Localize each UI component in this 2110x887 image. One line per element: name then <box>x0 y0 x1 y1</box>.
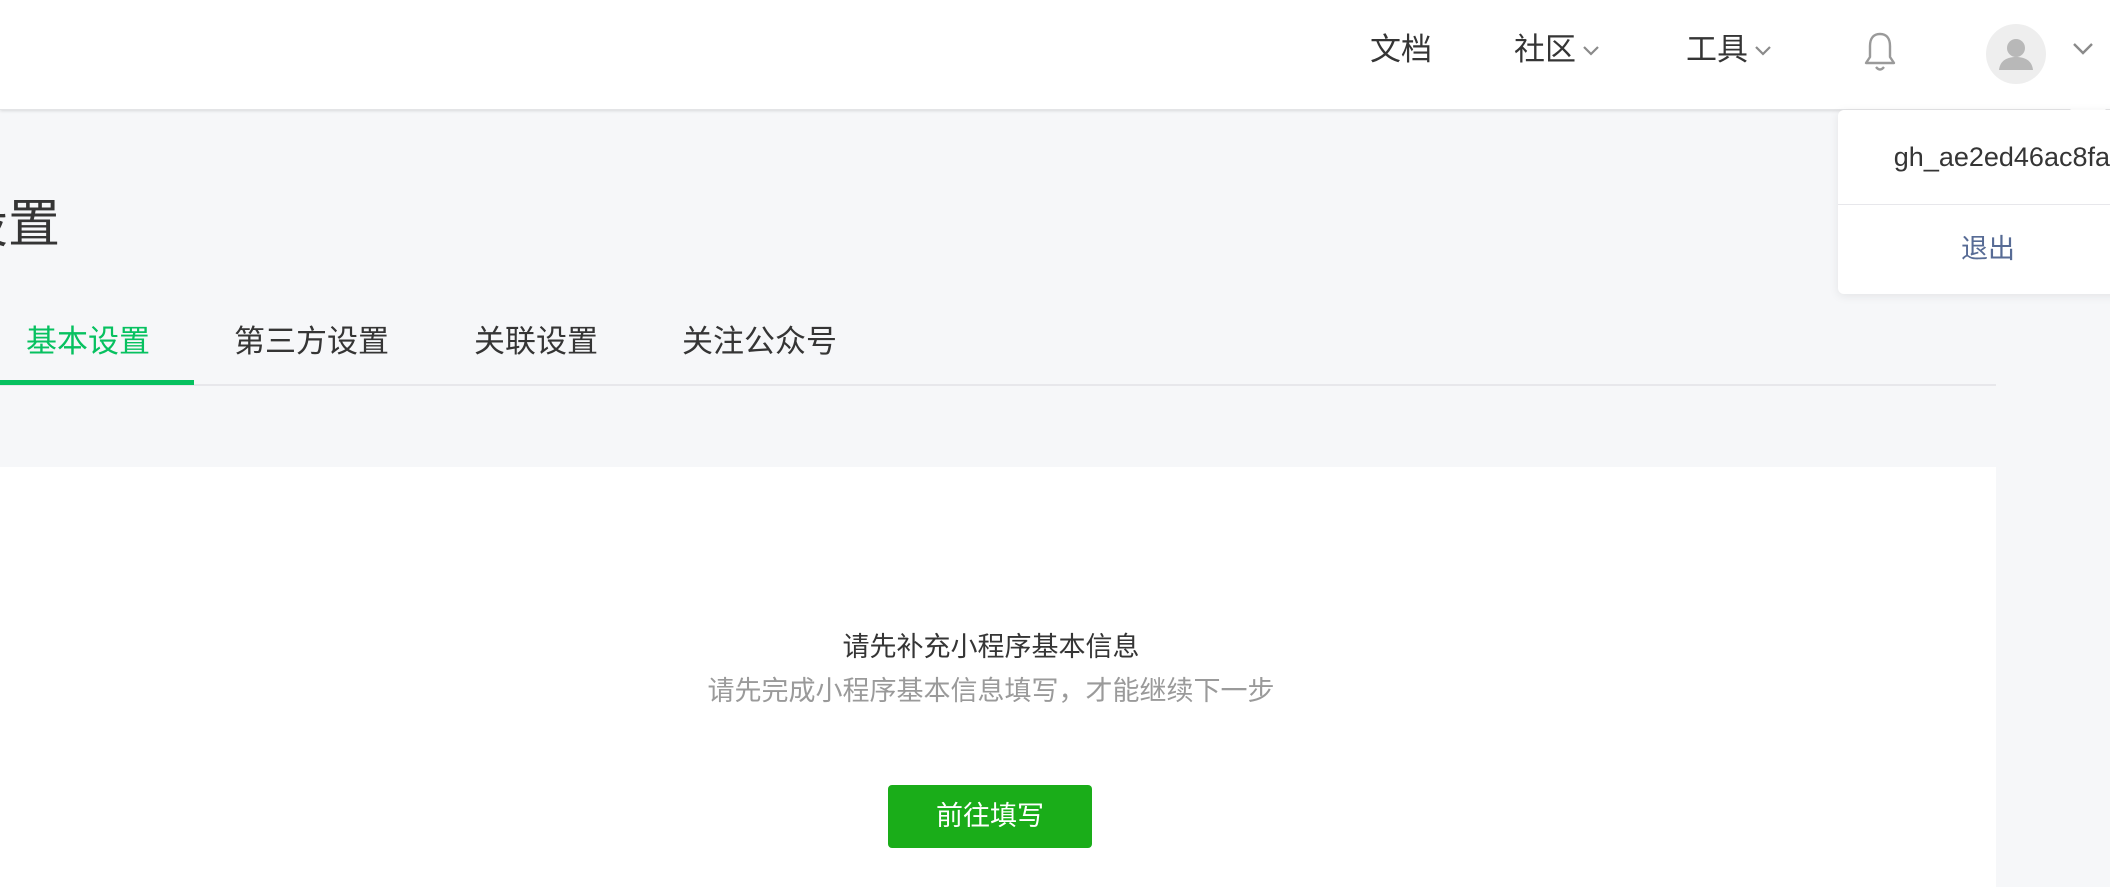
tab-follow-official-account[interactable]: 关注公众号 <box>682 310 837 384</box>
tab-linked-settings[interactable]: 关联设置 <box>474 310 598 384</box>
chevron-down-icon <box>1755 46 1771 56</box>
settings-tabs: 基本设置 第三方设置 关联设置 关注公众号 <box>0 310 1996 386</box>
nav-tools-label: 工具 <box>1686 32 1748 68</box>
empty-state-title: 请先补充小程序基本信息 <box>842 632 1140 663</box>
bell-icon[interactable] <box>1862 30 1898 74</box>
page-title: 设置 <box>0 195 61 255</box>
nav-docs-link[interactable]: 文档 <box>1370 30 1432 70</box>
nav-tools-menu[interactable]: 工具 <box>1686 30 1774 70</box>
nav-community-menu[interactable]: 社区 <box>1514 30 1602 70</box>
tab-third-party-settings[interactable]: 第三方设置 <box>234 310 389 384</box>
top-nav-bar: 文档 社区 工具 <box>0 0 2110 110</box>
account-chevron-down-icon[interactable] <box>2070 38 2096 60</box>
user-avatar-icon[interactable] <box>1986 24 2046 84</box>
chevron-down-icon <box>1583 46 1599 56</box>
nav-community-label: 社区 <box>1514 32 1576 68</box>
active-tab-indicator <box>0 380 194 385</box>
dropdown-caret <box>2070 92 2106 110</box>
account-dropdown: gh_ae2ed46ac8fa 退出 <box>1838 110 2110 294</box>
empty-state-description: 请先完成小程序基本信息填写，才能继续下一步 <box>707 676 1275 707</box>
go-fill-button[interactable]: 前往填写 <box>888 785 1092 848</box>
user-silhouette-icon <box>1999 39 2033 70</box>
account-username: gh_ae2ed46ac8fa <box>1893 142 2110 172</box>
nav-docs-label: 文档 <box>1370 32 1432 68</box>
tab-basic-settings[interactable]: 基本设置 <box>26 310 150 384</box>
logout-button[interactable]: 退出 <box>1838 205 2110 294</box>
